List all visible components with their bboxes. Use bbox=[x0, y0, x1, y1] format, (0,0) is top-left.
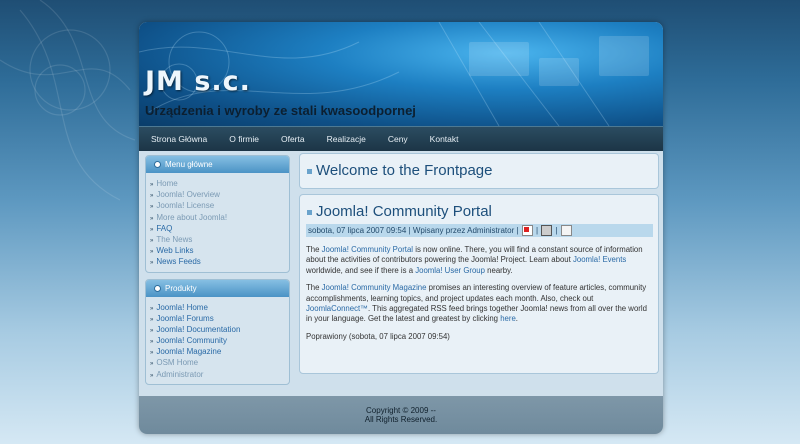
double-arrow-icon: » bbox=[150, 226, 154, 233]
joomlaconnect-link[interactable]: JoomlaConnect™ bbox=[306, 304, 368, 313]
email-icon[interactable] bbox=[560, 225, 572, 237]
nav-item-prices[interactable]: Ceny bbox=[388, 127, 408, 151]
article-title[interactable]: Joomla! Community Portal bbox=[316, 203, 492, 220]
double-arrow-icon: » bbox=[150, 316, 154, 323]
double-arrow-icon: » bbox=[150, 237, 154, 244]
menu-item-label: Joomla! Documentation bbox=[156, 324, 241, 334]
menu-item[interactable]: » Joomla! Forums bbox=[150, 313, 289, 324]
double-arrow-icon: » bbox=[150, 260, 154, 267]
community-magazine-link[interactable]: Joomla! Community Magazine bbox=[322, 283, 427, 292]
menu-item[interactable]: » Joomla! Overview bbox=[150, 189, 289, 200]
article-paragraph: The Joomla! Community Portal is now onli… bbox=[306, 245, 643, 275]
article-date: sobota, 07 lipca 2007 09:54 bbox=[308, 226, 407, 235]
menu-item-label: Home bbox=[156, 179, 178, 188]
menu-item-label: Joomla! Forums bbox=[156, 313, 214, 323]
double-arrow-icon: » bbox=[150, 350, 154, 357]
menu-item[interactable]: » Administrator bbox=[150, 369, 289, 380]
here-link[interactable]: here bbox=[500, 314, 516, 323]
print-icon[interactable] bbox=[541, 225, 553, 237]
menu-item-label: Joomla! License bbox=[156, 201, 215, 211]
welcome-heading: Welcome to the Frontpage bbox=[316, 162, 493, 179]
top-navigation: Strona Główna O firmie Oferta Realizacje… bbox=[139, 126, 663, 151]
double-arrow-icon: » bbox=[150, 193, 154, 200]
menu-item[interactable]: » The News bbox=[150, 234, 289, 245]
double-arrow-icon: » bbox=[150, 204, 154, 211]
footer: Copyright © 2009 -- All Rights Reserved. bbox=[139, 396, 663, 434]
menu-item[interactable]: » Joomla! Magazine bbox=[150, 346, 289, 357]
menu-item-label: Joomla! Overview bbox=[156, 190, 220, 200]
article-meta: sobota, 07 lipca 2007 09:54 | Wpisany pr… bbox=[306, 224, 653, 237]
footer-copyright: Copyright © 2009 -- bbox=[366, 406, 436, 415]
article-paragraph: The Joomla! Community Magazine promises … bbox=[306, 283, 647, 324]
module-header: Produkty bbox=[146, 279, 289, 297]
menu-item-label: Joomla! Home bbox=[156, 302, 208, 312]
menu-item-label: OSM Home bbox=[156, 358, 199, 368]
square-bullet-icon bbox=[307, 210, 312, 215]
double-arrow-icon: » bbox=[150, 249, 154, 256]
module-title: Menu główne bbox=[165, 160, 213, 169]
menu-item[interactable]: » News Feeds bbox=[150, 256, 289, 267]
community-portal-link[interactable]: Joomla! Community Portal bbox=[322, 245, 413, 254]
nav-item-about[interactable]: O firmie bbox=[229, 127, 259, 151]
nav-item-contact[interactable]: Kontakt bbox=[430, 127, 459, 151]
products-module: Produkty » Joomla! Home» Joomla! Forums» Jo… bbox=[145, 278, 290, 385]
menu-item[interactable]: » Joomla! Documentation bbox=[150, 324, 289, 335]
double-arrow-icon: » bbox=[150, 361, 154, 368]
page-container: JM s.c. Urządzenia i wyroby ze stali kwa… bbox=[139, 22, 663, 434]
joomla-events-link[interactable]: Joomla! Events bbox=[573, 255, 626, 264]
double-arrow-icon: » bbox=[150, 339, 154, 346]
nav-item-home[interactable]: Strona Główna bbox=[151, 127, 207, 151]
bullet-icon bbox=[154, 161, 161, 169]
menu-item[interactable]: » Web Links bbox=[150, 245, 289, 256]
menu-item-label: The News bbox=[156, 234, 193, 244]
menu-item[interactable]: » FAQ bbox=[150, 223, 289, 234]
bullet-icon bbox=[154, 284, 161, 292]
site-slogan: Urządzenia i wyroby ze stali kwasoodporn… bbox=[145, 103, 416, 118]
double-arrow-icon: » bbox=[150, 327, 154, 334]
menu-item-label: Joomla! Community bbox=[156, 336, 228, 346]
module-header: Menu główne bbox=[146, 156, 289, 173]
site-title: JM s.c. bbox=[145, 66, 251, 97]
nav-item-offer[interactable]: Oferta bbox=[281, 127, 305, 151]
menu-item-label: Administrator bbox=[156, 369, 204, 379]
article-author: Wpisany przez Administrator bbox=[412, 226, 515, 235]
menu-item-label: Joomla! Magazine bbox=[156, 347, 222, 357]
menu-item-label: News Feeds bbox=[156, 257, 201, 267]
footer-rights: All Rights Reserved. bbox=[364, 415, 438, 424]
double-arrow-icon: » bbox=[150, 215, 154, 222]
article-box: Joomla! Community Portal sobota, 07 lipc… bbox=[299, 194, 659, 374]
left-column: Menu główne » Home» Joomla! Overview» Jooml… bbox=[145, 155, 290, 391]
module-title: Produkty bbox=[165, 283, 197, 293]
square-bullet-icon bbox=[307, 169, 312, 174]
main-menu-module: Menu główne » Home» Joomla! Overview» Jooml… bbox=[145, 155, 290, 273]
nav-item-projects[interactable]: Realizacje bbox=[327, 127, 366, 151]
article-body: The Joomla! Community Portal is now onli… bbox=[306, 245, 651, 349]
menu-item[interactable]: » Joomla! Home bbox=[150, 302, 289, 313]
article-modified: Poprawiony (sobota, 07 lipca 2007 09:54) bbox=[306, 331, 450, 341]
menu-item-label: Web Links bbox=[156, 246, 194, 256]
welcome-box: Welcome to the Frontpage bbox=[299, 153, 659, 189]
double-arrow-icon: » bbox=[150, 372, 154, 379]
header-banner: JM s.c. Urządzenia i wyroby ze stali kwa… bbox=[139, 22, 663, 126]
menu-item[interactable]: » More about Joomla! bbox=[150, 212, 289, 223]
menu-item[interactable]: » OSM Home bbox=[150, 357, 289, 368]
menu-item[interactable]: » Home bbox=[150, 178, 289, 189]
double-arrow-icon: » bbox=[150, 305, 154, 312]
menu-item[interactable]: » Joomla! Community bbox=[150, 335, 289, 346]
pdf-icon[interactable] bbox=[521, 225, 533, 237]
menu-item-label: More about Joomla! bbox=[156, 212, 228, 222]
menu-item-label: FAQ bbox=[156, 223, 173, 233]
user-group-link[interactable]: Joomla! User Group bbox=[415, 266, 485, 275]
menu-item[interactable]: » Joomla! License bbox=[150, 200, 289, 211]
double-arrow-icon: » bbox=[150, 182, 154, 188]
